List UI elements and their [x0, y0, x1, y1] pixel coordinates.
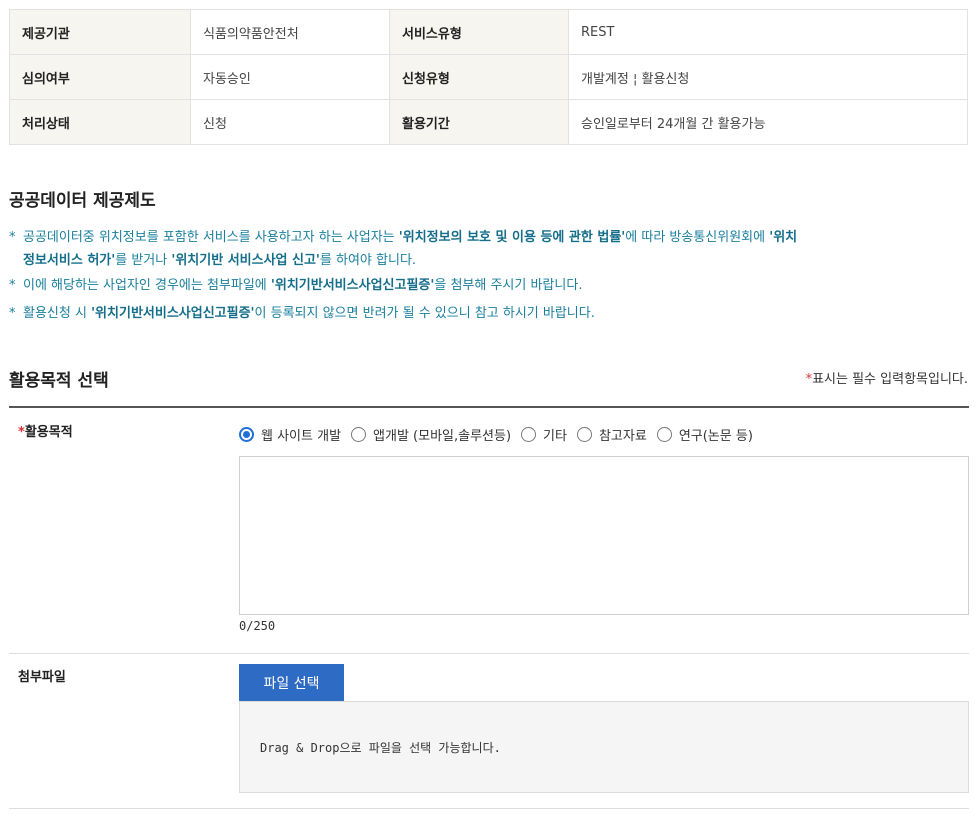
info-key: 서비스유형	[389, 9, 569, 55]
notice-text: 이 등록되지 않으면 반려가 될 수 있으니 참고 하시기 바랍니다.	[254, 306, 595, 321]
row-divider	[9, 808, 969, 809]
notice-text: 에 따라 방송통신위원회에	[625, 230, 770, 245]
radio-button[interactable]	[576, 427, 592, 442]
bullet: *	[9, 306, 16, 321]
notice-emphasis: '위치기반 서비스사업 신고'	[171, 253, 320, 268]
radio-reference[interactable]: 참고자료	[576, 425, 647, 444]
info-value: 식품의약품안전처	[190, 9, 390, 55]
char-counter: 0/250	[239, 619, 276, 633]
table-row: 처리상태 신청 활용기간 승인일로부터 24개월 간 활용가능	[9, 99, 968, 145]
radio-label: 기타	[543, 429, 567, 444]
radio-button[interactable]	[521, 427, 537, 442]
info-value: 신청	[190, 99, 390, 145]
bullet: *	[9, 278, 16, 293]
info-key: 심의여부	[9, 54, 191, 100]
info-key: 신청유형	[389, 54, 569, 100]
info-value: 자동승인	[190, 54, 390, 100]
service-info-table: 제공기관 식품의약품안전처 서비스유형 REST 심의여부 자동승인 신청유형 …	[9, 9, 968, 145]
info-key: 처리상태	[9, 99, 191, 145]
notice-text: 을 첨부해 주시기 바랍니다.	[434, 278, 583, 293]
notice-emphasis: '위치기반서비스사업신고필증'	[91, 306, 255, 321]
file-drop-zone[interactable]: Drag & Drop으로 파일을 선택 가능합니다.	[239, 701, 969, 793]
page: 제공기관 식품의약품안전처 서비스유형 REST 심의여부 자동승인 신청유형 …	[0, 0, 979, 832]
purpose-textarea[interactable]	[239, 456, 969, 615]
notice-text: 를 받거나	[115, 253, 172, 268]
radio-other[interactable]: 기타	[521, 425, 567, 444]
required-star: *	[18, 425, 25, 440]
notice-text: 를 하여야 합니다.	[319, 253, 417, 268]
info-key: 활용기간	[389, 99, 569, 145]
radio-label: 웹 사이트 개발	[261, 429, 342, 444]
radio-research[interactable]: 연구(논문 등)	[656, 425, 753, 444]
info-value: 승인일로부터 24개월 간 활용가능	[568, 99, 968, 145]
section-divider	[9, 406, 969, 408]
drop-zone-text: Drag & Drop으로 파일을 선택 가능합니다.	[260, 740, 501, 755]
notice-emphasis: 정보서비스 허가'	[23, 253, 116, 268]
radio-button[interactable]	[239, 427, 254, 442]
info-value: REST	[568, 9, 968, 55]
required-note: *표시는 필수 입력항목입니다.	[806, 368, 968, 387]
policy-title: 공공데이터 제공제도	[9, 191, 156, 211]
row-divider	[9, 653, 969, 654]
table-row: 제공기관 식품의약품안전처 서비스유형 REST	[9, 9, 968, 55]
notice-text: 공공데이터중 위치정보를 포함한 서비스를 사용하고자 하는 사업자는	[23, 230, 399, 245]
radio-app-dev[interactable]: 앱개발 (모바일,솔루션등)	[351, 425, 511, 444]
radio-web-dev[interactable]: 웹 사이트 개발	[239, 425, 341, 444]
info-key: 제공기관	[9, 9, 191, 55]
bullet: *	[9, 230, 16, 245]
notice-emphasis: '위치	[769, 230, 798, 245]
notice-rejection: * 활용신청 시 '위치기반서비스사업신고필증'이 등록되지 않으면 반려가 될 …	[9, 302, 969, 325]
radio-button[interactable]	[656, 427, 672, 442]
table-row: 심의여부 자동승인 신청유형 개발계정 ¦ 활용신청	[9, 54, 968, 100]
purpose-radio-group: 웹 사이트 개발 앱개발 (모바일,솔루션등) 기타 참고자료 연구(논문 등)	[239, 425, 763, 444]
radio-label: 앱개발 (모바일,솔루션등)	[373, 429, 512, 444]
notice-attach-cert: * 이에 해당하는 사업자인 경우에는 첨부파일에 '위치기반서비스사업신고필증'…	[9, 274, 969, 297]
purpose-title: 활용목적 선택	[9, 371, 109, 391]
required-note-text: 표시는 필수 입력항목입니다.	[812, 372, 968, 387]
notice-text: 활용신청 시	[23, 306, 92, 321]
attach-label: 첨부파일	[18, 670, 66, 685]
radio-label: 연구(논문 등)	[678, 429, 753, 444]
purpose-label-text: 활용목적	[24, 425, 73, 440]
file-select-button[interactable]: 파일 선택	[239, 664, 344, 701]
radio-button[interactable]	[351, 427, 367, 442]
info-value: 개발계정 ¦ 활용신청	[568, 54, 968, 100]
notice-emphasis: '위치기반서비스사업신고필증'	[270, 278, 435, 293]
purpose-label: *활용목적	[18, 421, 73, 440]
radio-label: 참고자료	[598, 429, 647, 444]
notice-location-law: * 공공데이터중 위치정보를 포함한 서비스를 사용하고자 하는 사업자는 '위치…	[9, 226, 969, 272]
notice-emphasis: '위치정보의 보호 및 이용 등에 관한 법률'	[398, 230, 626, 245]
notice-text: 이에 해당하는 사업자인 경우에는 첨부파일에	[23, 278, 271, 293]
